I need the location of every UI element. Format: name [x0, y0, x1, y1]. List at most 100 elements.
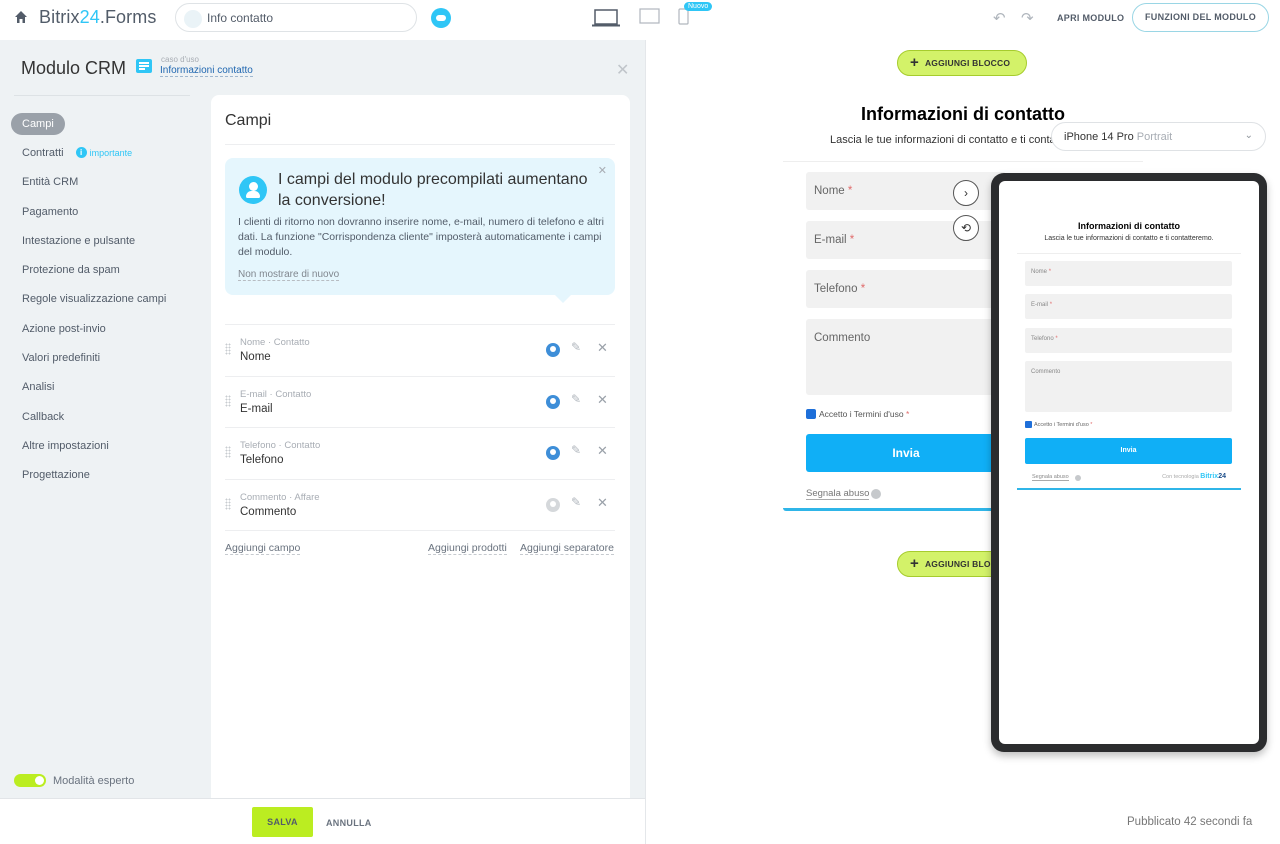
expert-mode[interactable]: Modalità esperto: [14, 774, 134, 787]
email-field[interactable]: E-mail *: [1025, 294, 1232, 319]
plus-icon: +: [910, 555, 919, 572]
document-icon: [136, 59, 152, 73]
field-row[interactable]: Telefono · Contatto Telefono ✎ ✕: [225, 427, 615, 479]
action-bar: SALVA ANNULLA: [0, 798, 645, 844]
expert-mode-toggle[interactable]: [14, 774, 46, 787]
sidebar-item-altre[interactable]: Altre impostazioni: [11, 431, 166, 460]
delete-icon[interactable]: ✕: [597, 340, 608, 356]
delete-icon[interactable]: ✕: [597, 443, 608, 459]
phone-field[interactable]: Telefono *: [1025, 328, 1232, 353]
help-icon[interactable]: [871, 489, 881, 499]
sidebar-item-pagamento[interactable]: Pagamento: [11, 197, 166, 226]
add-field-link[interactable]: Aggiungi campo: [225, 542, 301, 555]
terms-checkbox[interactable]: Accetto i Termini d'uso *: [1025, 421, 1092, 428]
add-block-button[interactable]: + AGGIUNGI BLOCCO: [897, 50, 1027, 76]
device-select[interactable]: iPhone 14 Pro Portrait ⌄: [1051, 122, 1266, 151]
rotate-device-icon[interactable]: ⟲: [953, 215, 979, 241]
delete-icon[interactable]: ✕: [597, 392, 608, 408]
publish-status: Pubblicato 42 secondi fa: [1127, 816, 1253, 828]
sidebar-item-campi[interactable]: Campi: [11, 109, 166, 138]
phone-screen: Informazioni di contatto Lascia le tue i…: [999, 181, 1259, 744]
close-icon[interactable]: ✕: [616, 60, 629, 80]
field-row[interactable]: E-mail · Contatto E-mail ✎ ✕: [225, 375, 615, 428]
field-row[interactable]: Nome · Contatto Nome ✎ ✕: [225, 324, 615, 376]
card-title: Campi: [225, 112, 272, 129]
sidebar-item-intestazione[interactable]: Intestazione e pulsante: [11, 226, 166, 255]
info-icon: i: [75, 147, 87, 159]
settings-panel: Modulo CRM caso d'uso Informazioni conta…: [0, 40, 645, 798]
save-button[interactable]: SALVA: [252, 807, 313, 837]
delete-icon[interactable]: ✕: [597, 495, 608, 511]
sidebar-item-azione[interactable]: Azione post-invio: [11, 314, 166, 343]
divider: [14, 95, 190, 96]
checkbox-checked-icon: [1025, 421, 1032, 428]
report-abuse-link[interactable]: Segnala abuso: [806, 488, 870, 500]
desktop-view-icon[interactable]: [592, 8, 620, 28]
terms-checkbox[interactable]: Accetto i Termini d'uso *: [806, 409, 909, 419]
sidebar-item-regole[interactable]: Regole visualizzazione campi: [11, 285, 166, 314]
edit-icon[interactable]: ✎: [571, 495, 581, 509]
sidebar-nav: Campi Contratti i importante Entità CRM Pa…: [11, 109, 166, 490]
next-device-icon[interactable]: ›: [953, 180, 979, 206]
drag-handle-icon[interactable]: [225, 343, 231, 355]
divider: [645, 40, 646, 844]
brand-logo: Bitrix24.Forms: [39, 7, 157, 27]
phone-preview: Informazioni di contatto Lascia le tue i…: [991, 173, 1267, 752]
autofill-icon[interactable]: [546, 394, 560, 409]
tablet-view-icon[interactable]: [639, 8, 660, 25]
client-match-icon: [239, 176, 267, 204]
new-badge: Nuovo: [684, 2, 713, 11]
use-case-link[interactable]: Informazioni contatto: [160, 65, 253, 77]
comment-field[interactable]: Commento: [1025, 361, 1232, 412]
submit-button[interactable]: Invia: [1025, 438, 1232, 464]
drag-handle-icon[interactable]: [225, 446, 231, 458]
cloud-save-icon[interactable]: [431, 8, 451, 28]
field-list: Nome · Contatto Nome ✎ ✕ E-mail · Contat…: [225, 324, 615, 531]
fields-card: Campi I campi del modulo precompilati au…: [211, 95, 630, 798]
edit-icon[interactable]: ✎: [571, 443, 581, 457]
sidebar-item-entita-crm[interactable]: Entità CRM: [11, 168, 166, 197]
powered-by[interactable]: Con tecnologia Bitrix24: [1162, 473, 1226, 480]
add-separator-link[interactable]: Aggiungi separatore: [520, 542, 614, 555]
form-bottom-border: [783, 508, 1003, 511]
drag-handle-icon[interactable]: [225, 497, 231, 510]
autofill-icon[interactable]: [546, 497, 560, 512]
close-tip-icon[interactable]: ✕: [598, 164, 607, 177]
important-badge[interactable]: i importante: [75, 147, 132, 159]
divider: [783, 161, 1143, 162]
drag-handle-icon[interactable]: [225, 394, 231, 407]
home-icon[interactable]: [14, 10, 28, 24]
add-products-link[interactable]: Aggiungi prodotti: [428, 542, 507, 555]
edit-icon[interactable]: ✎: [571, 392, 581, 406]
plus-icon: +: [910, 54, 919, 71]
comment-field[interactable]: Commento: [806, 319, 1006, 395]
dont-show-again-link[interactable]: Non mostrare di nuovo: [238, 269, 340, 281]
panel-title: Modulo CRM: [21, 58, 127, 78]
sidebar-item-valori[interactable]: Valori predefiniti: [11, 343, 166, 372]
tip-box: I campi del modulo precompilati aumentan…: [225, 158, 615, 303]
cancel-button[interactable]: ANNULLA: [326, 818, 372, 828]
form-name-field[interactable]: Info contatto: [175, 3, 417, 32]
phone-field[interactable]: Telefono *: [806, 270, 1006, 308]
undo-icon[interactable]: ↶: [993, 9, 1006, 27]
form-functions-button[interactable]: FUNZIONI DEL MODULO: [1132, 3, 1269, 32]
autofill-icon[interactable]: [546, 446, 560, 460]
sidebar-item-callback[interactable]: Callback: [11, 402, 166, 431]
chevron-down-icon: ⌄: [1244, 130, 1253, 141]
use-case-label: caso d'uso: [161, 55, 199, 64]
autofill-icon[interactable]: [546, 343, 560, 357]
redo-icon[interactable]: ↷: [1021, 9, 1034, 27]
sidebar-item-spam[interactable]: Protezione da spam: [11, 255, 166, 284]
sidebar-item-analisi[interactable]: Analisi: [11, 373, 166, 402]
report-abuse-link[interactable]: Segnala abuso: [1032, 474, 1069, 481]
submit-button[interactable]: Invia: [806, 434, 1006, 472]
name-field[interactable]: Nome *: [1025, 261, 1232, 286]
sidebar-item-contratti[interactable]: Contratti i importante: [11, 138, 166, 167]
form-thumbnail-icon: [184, 10, 202, 28]
field-row[interactable]: Commento · Affare Commento ✎ ✕: [225, 478, 615, 531]
help-icon[interactable]: [1075, 475, 1081, 481]
sidebar-item-progettazione[interactable]: Progettazione: [11, 461, 166, 490]
open-form-button[interactable]: APRI MODULO: [1057, 13, 1124, 23]
checkbox-checked-icon: [806, 409, 816, 419]
edit-icon[interactable]: ✎: [571, 340, 581, 354]
